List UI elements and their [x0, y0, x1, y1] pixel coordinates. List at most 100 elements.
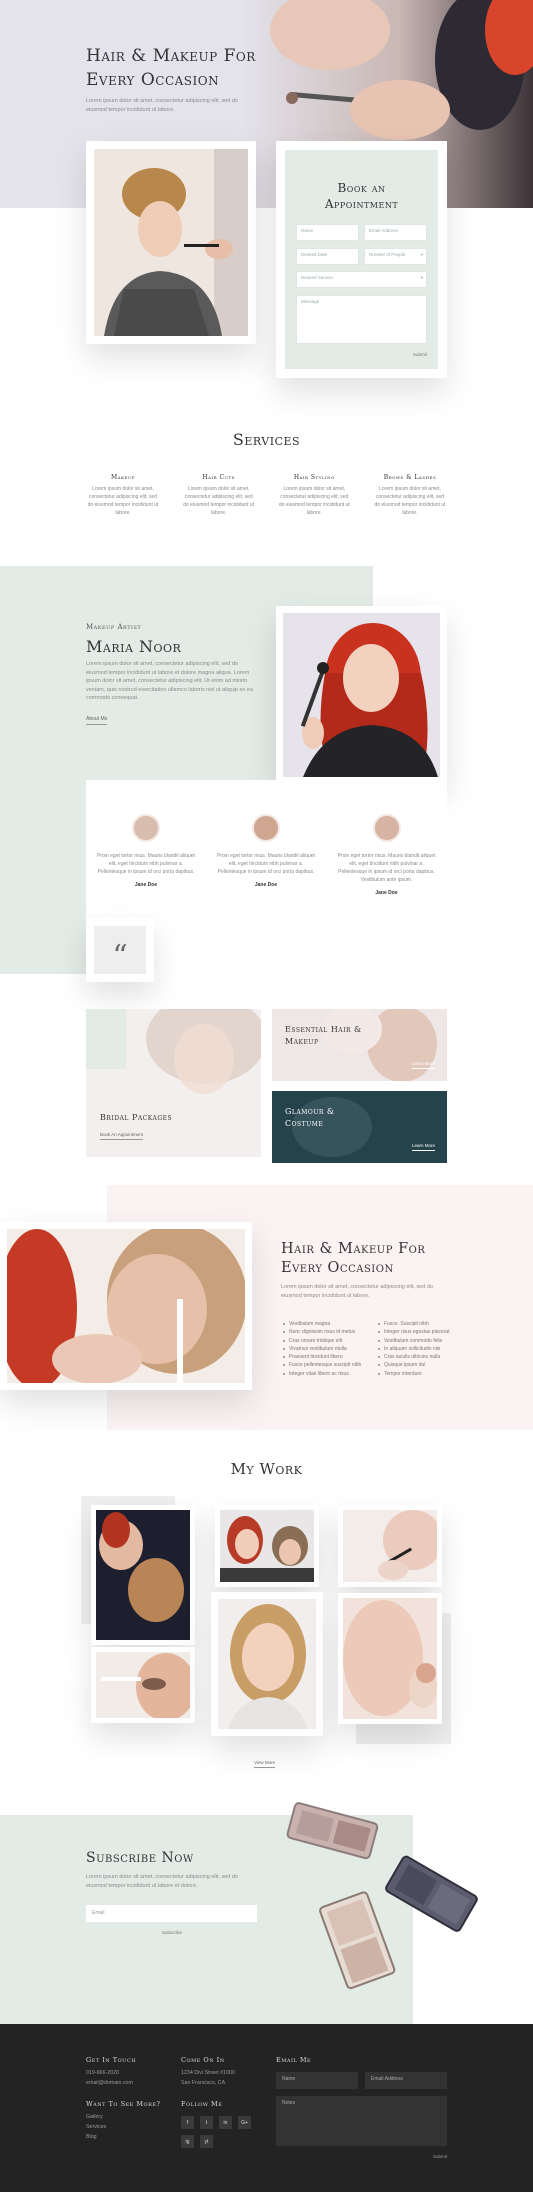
name-field[interactable]: Name: [296, 224, 359, 241]
essential-title-line2: Makeup: [285, 1037, 319, 1046]
footer-heading: Come On In: [181, 2056, 225, 2064]
gallery-item[interactable]: [91, 1505, 195, 1645]
footer-submit-button[interactable]: Submit: [433, 2154, 447, 2159]
glamour-learn-more[interactable]: Learn More: [411, 1143, 435, 1151]
subscribe-button[interactable]: Subscribe: [162, 1930, 182, 1935]
message-field[interactable]: Message: [296, 295, 427, 344]
artist-role: Makeup Artist: [86, 623, 142, 631]
footer-email-field[interactable]: Email Address: [365, 2072, 447, 2089]
service-name: Hair Cuts: [202, 474, 235, 481]
hero-photo: [0, 0, 533, 208]
footer-notes-field[interactable]: Notes: [276, 2096, 447, 2146]
google-plus-icon[interactable]: G+: [238, 2116, 251, 2129]
linkedin-icon[interactable]: in: [219, 2116, 232, 2129]
footer-contact: Get In Touch 019-666-2020 email@domain.c…: [86, 2056, 136, 2088]
list-item: Integer vitae libero ac risus: [283, 1370, 368, 1378]
service-select-value: Desired Service: [301, 275, 333, 280]
footer-phone: 019-666-2020: [86, 2070, 119, 2076]
service-select[interactable]: Desired Service ▾: [296, 271, 427, 288]
testimonial-author: Jane Doe: [134, 882, 158, 888]
gallery-item[interactable]: [338, 1505, 442, 1587]
palettes-photo: [286, 1802, 478, 1990]
bridal-packages-tile[interactable]: Bridal Packages Book An Appointment: [86, 1009, 261, 1157]
email-field[interactable]: Email Address: [364, 224, 427, 241]
testimonial-text: Proin eget tortor risus. Mauris blandit …: [97, 853, 195, 875]
list-item: Cras ornare tristique elit: [283, 1337, 368, 1345]
service-item: Makeup Lorem ipsum dolor sit amet, conse…: [86, 474, 160, 517]
instagram-icon[interactable]: ig: [181, 2135, 194, 2148]
subscribe-title: Subscribe Now: [86, 1850, 194, 1866]
gallery-item[interactable]: [338, 1593, 442, 1724]
avatar: [252, 814, 280, 842]
occasion-title-line1: Hair & Makeup For: [281, 1241, 426, 1257]
essential-tile[interactable]: Essential Hair & Makeup Learn More: [272, 1009, 447, 1081]
service-name: Hair Styling: [293, 474, 335, 481]
service-item: Hair Cuts Lorem ipsum dolor sit amet, co…: [182, 474, 256, 517]
list-item: Fusce pellentesque suscipit nibh: [283, 1361, 368, 1369]
gallery-photo: [220, 1510, 314, 1582]
glamour-tile[interactable]: Glamour & Costume Learn More: [272, 1091, 447, 1163]
gallery-photo: [96, 1652, 190, 1718]
footer-address-line1: 1234 Divi Street #1000: [181, 2070, 235, 2076]
book-appointment-link[interactable]: Book An Appointment: [100, 1132, 144, 1140]
twitter-icon[interactable]: t: [200, 2116, 213, 2129]
occasion-title: Hair & Makeup For Every Occasion: [281, 1240, 425, 1278]
booking-title-line1: Book an: [337, 181, 386, 195]
footer-heading: Email Me: [276, 2056, 312, 2064]
footer-heading: Get In Touch: [86, 2056, 137, 2064]
social-icons: f t in G+ ig yt: [181, 2116, 261, 2150]
about-me-link[interactable]: About Me: [86, 716, 108, 725]
footer-heading: Follow Me: [181, 2100, 223, 2108]
artist-bio: Lorem ipsum dolor sit amet, consectetur …: [86, 661, 253, 701]
footer-link-blog[interactable]: Blog: [86, 2132, 161, 2142]
glamour-title-line2: Costume: [285, 1119, 324, 1128]
essential-learn-more[interactable]: Learn More: [411, 1061, 435, 1069]
submit-button[interactable]: Submit: [413, 352, 427, 357]
occasion-title-line2: Every Occasion: [281, 1260, 394, 1276]
people-select[interactable]: Number of People ▾: [364, 248, 427, 265]
subscribe-email-input[interactable]: Email: [86, 1905, 257, 1922]
youtube-icon[interactable]: yt: [200, 2135, 213, 2148]
list-item: Praesent tincidunt libero: [283, 1353, 368, 1361]
glamour-title-line1: Glamour &: [285, 1107, 335, 1116]
service-item: Hair Styling Lorem ipsum dolor sit amet,…: [277, 474, 351, 517]
essential-title-line1: Essential Hair &: [285, 1025, 362, 1034]
footer-links: Want To See More? Gallery Services Blog: [86, 2100, 161, 2142]
list-item: In aliquam sollicitudin nisi: [378, 1345, 463, 1353]
testimonials-section: Proin eget tortor risus. Mauris blandit …: [86, 780, 447, 925]
artist-photo: [283, 613, 440, 777]
bridal-title: Bridal Packages: [100, 1113, 173, 1122]
service-name: Makeup: [110, 474, 135, 481]
service-name: Brows & Lashes: [383, 474, 437, 481]
footer-email[interactable]: email@domain.com: [86, 2078, 136, 2088]
gallery-photo: [343, 1510, 437, 1582]
hero-title-line2: Every Occasion: [86, 70, 220, 90]
gallery-photo: [343, 1598, 437, 1719]
gallery-item[interactable]: [91, 1647, 195, 1723]
booking-title: Book an Appointment: [285, 180, 438, 212]
testimonial-item: Proin eget tortor risus. Mauris blandit …: [86, 814, 206, 888]
footer-name-field[interactable]: Name: [276, 2072, 358, 2089]
service-text: Lorem ipsum dolor sit amet, consectetur …: [278, 486, 350, 516]
list-item: Integer risus egestas placerat: [378, 1328, 463, 1336]
view-more-link[interactable]: View More: [254, 1760, 276, 1768]
facebook-icon[interactable]: f: [181, 2116, 194, 2129]
artist-name: Maria Noor: [86, 637, 182, 656]
chevron-down-icon: ▾: [420, 275, 423, 280]
testimonial-text: Proin eget tortor risus. Mauris blandit …: [217, 853, 315, 875]
footer-link-gallery[interactable]: Gallery: [86, 2112, 161, 2122]
list-item: Fusce. Suscipit nibh: [378, 1320, 463, 1328]
gallery-item[interactable]: [215, 1505, 319, 1587]
gallery-item[interactable]: [211, 1592, 323, 1736]
glamour-title: Glamour & Costume: [285, 1106, 335, 1130]
list-item: Vestibulum commodo felis: [378, 1337, 463, 1345]
list-item: Tempor interdum: [378, 1370, 463, 1378]
occasion-text: Lorem ipsum dolor sit amet, consectetur …: [281, 1284, 433, 1299]
list-item: Vivamus vestibulum ntulla: [283, 1345, 368, 1353]
chevron-down-icon: ▾: [420, 252, 423, 257]
list-item: Nunc dignissim risus id metus: [283, 1328, 368, 1336]
booking-form: Book an Appointment Name Email Address D…: [285, 150, 438, 369]
date-field[interactable]: Desired Date: [296, 248, 359, 265]
footer-link-services[interactable]: Services: [86, 2122, 161, 2132]
occasion-list-left: Vestibulum magna Nunc dignissim risus id…: [283, 1320, 368, 1378]
